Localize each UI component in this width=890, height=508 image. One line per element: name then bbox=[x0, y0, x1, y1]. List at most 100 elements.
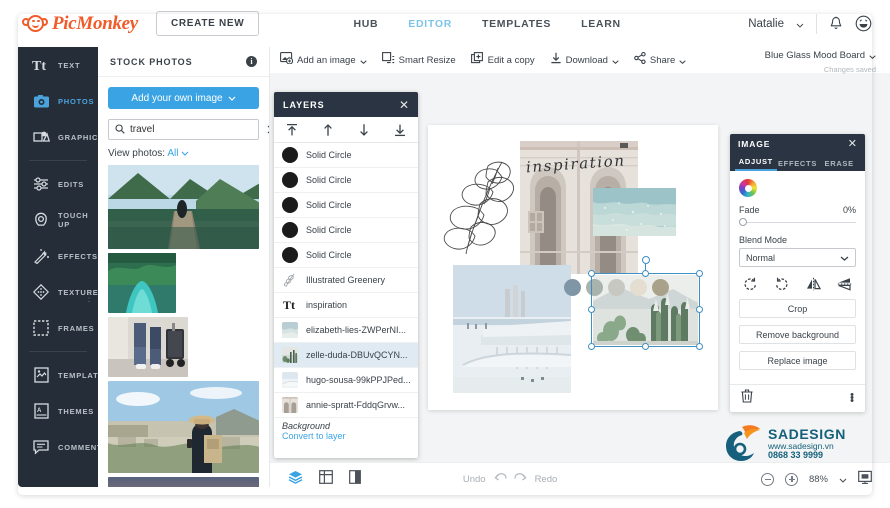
sidebar-item-frames[interactable]: FRAMES bbox=[18, 310, 98, 346]
tab-adjust[interactable]: ADJUST bbox=[735, 157, 777, 171]
chevron-down-icon[interactable] bbox=[869, 46, 876, 64]
sidebar-item-comments[interactable]: COMMENTS bbox=[18, 429, 98, 465]
fit-to-screen-icon[interactable] bbox=[858, 470, 872, 489]
stock-thumb-river-jungle[interactable] bbox=[108, 253, 176, 313]
nav-hub[interactable]: HUB bbox=[353, 18, 378, 30]
canvas-graphic-illustrated-greenery[interactable] bbox=[442, 158, 520, 256]
smiley-avatar-icon[interactable] bbox=[855, 15, 872, 32]
swatch-5[interactable] bbox=[652, 279, 669, 296]
add-your-own-image-button[interactable]: Add your own image bbox=[108, 87, 259, 109]
picmonkey-logo[interactable]: PicMonkey bbox=[22, 13, 138, 35]
layer-row[interactable]: Solid Circle bbox=[274, 218, 418, 243]
add-an-image-button[interactable]: Add an image bbox=[280, 51, 367, 69]
send-to-back-icon[interactable] bbox=[393, 123, 407, 137]
stock-thumb-airplane-sunset[interactable] bbox=[108, 477, 259, 487]
image-panel-body: Fade 0% Blend Mode Normal bbox=[730, 171, 865, 385]
smart-resize-button[interactable]: Smart Resize bbox=[382, 51, 456, 69]
zoom-out-icon[interactable] bbox=[761, 473, 774, 486]
nav-learn[interactable]: LEARN bbox=[581, 18, 621, 30]
grid-layout-icon[interactable] bbox=[319, 470, 333, 489]
stock-thumbnail-grid bbox=[98, 165, 269, 487]
compare-icon[interactable] bbox=[349, 470, 361, 489]
flip-vertical-icon[interactable] bbox=[837, 277, 852, 291]
send-backward-icon[interactable] bbox=[357, 123, 371, 137]
sidebar-resize-handle[interactable]: ⋮ bbox=[84, 297, 94, 300]
bring-forward-icon[interactable] bbox=[321, 123, 335, 137]
redo-icon[interactable] bbox=[514, 470, 528, 488]
blend-mode-select[interactable]: Normal bbox=[739, 248, 856, 267]
layer-row[interactable]: Illustrated Greenery bbox=[274, 268, 418, 293]
view-photos-value[interactable]: All bbox=[167, 148, 178, 159]
sidebar-item-text[interactable]: Tt TEXT bbox=[18, 47, 98, 83]
remove-background-button[interactable]: Remove background bbox=[739, 325, 856, 344]
swatch-1[interactable] bbox=[564, 279, 581, 296]
view-photos-filter: View photos: All bbox=[108, 148, 259, 159]
info-icon[interactable]: i bbox=[246, 56, 257, 67]
rotate-left-icon[interactable] bbox=[743, 277, 758, 291]
download-button[interactable]: Download bbox=[550, 51, 619, 69]
document-title[interactable]: Blue Glass Mood Board bbox=[765, 50, 865, 61]
user-menu[interactable]: Natalie bbox=[748, 18, 784, 30]
edit-a-copy-button[interactable]: Edit a copy bbox=[471, 51, 535, 69]
color-wheel-icon[interactable] bbox=[739, 179, 757, 197]
fade-slider[interactable] bbox=[739, 218, 856, 226]
trash-icon[interactable] bbox=[741, 389, 753, 408]
search-input[interactable] bbox=[130, 124, 262, 135]
sidebar-item-edits[interactable]: EDITS bbox=[18, 166, 98, 202]
sidebar-item-templates[interactable]: TEMPLATES bbox=[18, 357, 98, 393]
undo-icon[interactable] bbox=[493, 470, 507, 488]
canvas-sheet[interactable]: inspiration bbox=[428, 125, 718, 410]
canvas-image-water-texture[interactable] bbox=[593, 188, 676, 236]
convert-to-layer-link[interactable]: Convert to layer bbox=[282, 431, 410, 441]
sidebar-item-textures[interactable]: TEXTURES bbox=[18, 274, 98, 310]
share-button[interactable]: Share bbox=[634, 51, 686, 69]
layer-row[interactable]: Solid Circle bbox=[274, 193, 418, 218]
zoom-in-icon[interactable] bbox=[785, 473, 798, 486]
layer-row[interactable]: elizabeth-lies-ZWPerNI... bbox=[274, 318, 418, 343]
fade-slider-knob[interactable] bbox=[739, 218, 747, 226]
themes-icon: A bbox=[31, 401, 51, 421]
swatch-4[interactable] bbox=[630, 279, 647, 296]
layer-row[interactable]: Tt inspiration bbox=[274, 293, 418, 318]
swatch-2[interactable] bbox=[586, 279, 603, 296]
close-icon[interactable]: ✕ bbox=[848, 139, 857, 150]
nav-editor[interactable]: EDITOR bbox=[408, 18, 452, 30]
crop-button[interactable]: Crop bbox=[739, 299, 856, 318]
close-icon[interactable]: ✕ bbox=[399, 99, 409, 111]
layers-icon[interactable] bbox=[288, 470, 303, 489]
layer-row-background[interactable]: Background Convert to layer bbox=[274, 418, 418, 452]
stock-thumb-lake-dock[interactable] bbox=[108, 165, 259, 249]
sidebar-item-touchup[interactable]: TOUCH UP bbox=[18, 202, 98, 238]
create-new-button[interactable]: CREATE NEW bbox=[156, 11, 259, 36]
swatch-3[interactable] bbox=[608, 279, 625, 296]
tab-effects[interactable]: EFFECTS bbox=[777, 159, 819, 171]
bring-to-front-icon[interactable] bbox=[285, 123, 299, 137]
canvas-image-white-steps[interactable] bbox=[453, 265, 571, 393]
zoom-value[interactable]: 88% bbox=[809, 474, 828, 485]
sidebar-item-themes[interactable]: A THEMES bbox=[18, 393, 98, 429]
chevron-down-icon[interactable] bbox=[181, 148, 189, 159]
layer-row[interactable]: Solid Circle bbox=[274, 168, 418, 193]
layers-list[interactable]: Solid Circle Solid Circle Solid Circle S… bbox=[274, 143, 418, 458]
tab-erase[interactable]: ERASE bbox=[818, 159, 860, 171]
layer-row[interactable]: annie-spratt-FddqGrvw... bbox=[274, 393, 418, 418]
nav-templates[interactable]: TEMPLATES bbox=[482, 18, 551, 30]
sidebar-item-graphics[interactable]: GRAPHICS bbox=[18, 119, 98, 155]
layer-row[interactable]: Solid Circle bbox=[274, 243, 418, 268]
search-box[interactable] bbox=[108, 119, 259, 140]
rotate-handle[interactable] bbox=[642, 256, 650, 264]
rotate-right-icon[interactable] bbox=[774, 277, 789, 291]
bell-icon[interactable] bbox=[829, 16, 843, 32]
kebab-menu-icon[interactable]: ••• bbox=[850, 394, 854, 403]
layer-row-selected[interactable]: zelle-duda-DBUvQCYN... bbox=[274, 343, 418, 368]
chevron-down-icon[interactable] bbox=[839, 470, 847, 488]
layer-row[interactable]: Solid Circle bbox=[274, 143, 418, 168]
layer-thumb-leaf bbox=[282, 272, 298, 288]
sidebar-item-effects[interactable]: EFFECTS bbox=[18, 238, 98, 274]
stock-thumb-travelers-luggage[interactable] bbox=[108, 317, 188, 377]
stock-thumb-backpacker-city[interactable] bbox=[108, 381, 259, 473]
layer-row[interactable]: hugo-sousa-99kPPJPed... bbox=[274, 368, 418, 393]
sidebar-item-photos[interactable]: PHOTOS bbox=[18, 83, 98, 119]
replace-image-button[interactable]: Replace image bbox=[739, 351, 856, 370]
flip-horizontal-icon[interactable] bbox=[806, 277, 821, 291]
